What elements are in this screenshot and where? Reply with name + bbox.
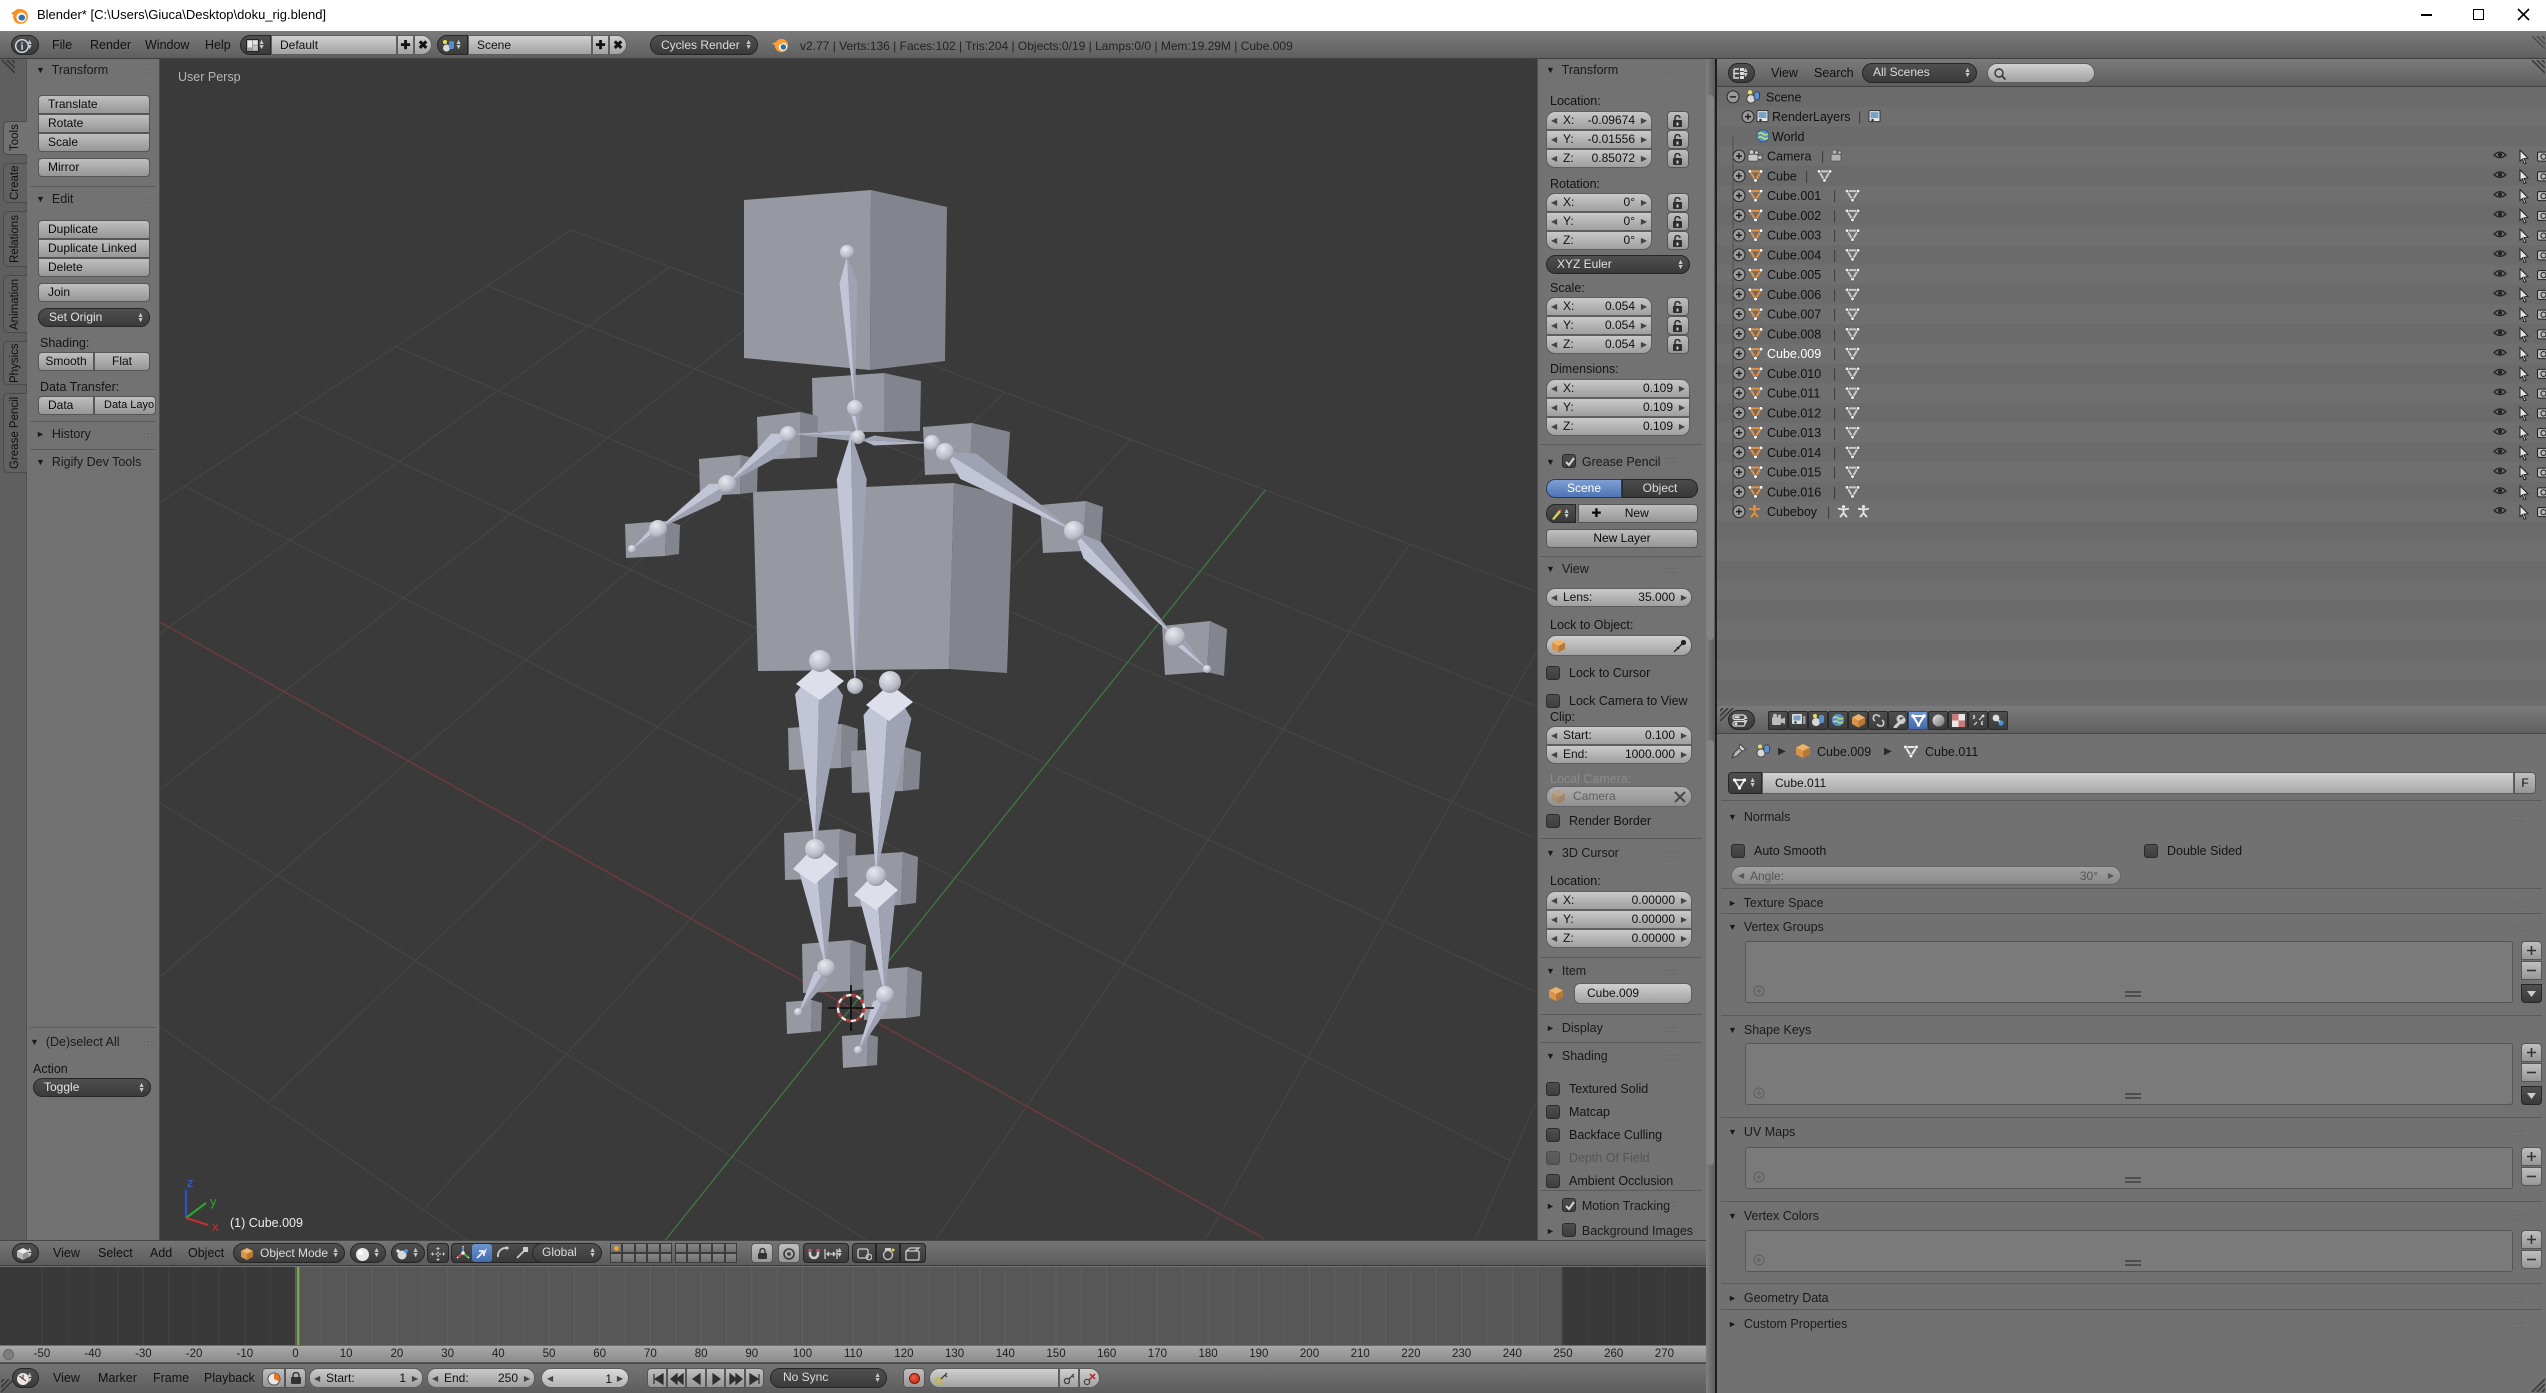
svg-text:Cube.011: Cube.011 <box>1767 387 1820 401</box>
svg-text:|: | <box>1827 505 1830 519</box>
svg-text:Scene: Scene <box>1766 90 1801 104</box>
svg-text:|: | <box>1833 466 1836 480</box>
svg-text:|: | <box>1821 150 1824 164</box>
svg-text:Cube.007: Cube.007 <box>1767 308 1821 322</box>
svg-text:|: | <box>1833 426 1836 440</box>
svg-text:|: | <box>1833 446 1836 460</box>
svg-text:|: | <box>1833 406 1836 420</box>
svg-text:Cube.006: Cube.006 <box>1767 288 1821 302</box>
svg-text:|: | <box>1833 248 1836 262</box>
svg-text:|: | <box>1833 288 1836 302</box>
svg-text:|: | <box>1833 485 1836 499</box>
svg-text:|: | <box>1833 189 1836 203</box>
svg-text:Cube.015: Cube.015 <box>1767 466 1821 480</box>
svg-text:Cube.013: Cube.013 <box>1767 426 1821 440</box>
svg-text:(1) Cube.009: (1) Cube.009 <box>230 1216 303 1230</box>
svg-text:|: | <box>1805 169 1808 183</box>
svg-text:|: | <box>1833 268 1836 282</box>
svg-text:Cubeboy: Cubeboy <box>1767 505 1818 519</box>
svg-text:Cube.004: Cube.004 <box>1767 248 1821 262</box>
svg-text:Cube.008: Cube.008 <box>1767 327 1821 341</box>
svg-text:RenderLayers: RenderLayers <box>1772 110 1851 124</box>
svg-text:Cube.001: Cube.001 <box>1767 189 1821 203</box>
svg-text:|: | <box>1833 387 1836 401</box>
svg-text:Cube: Cube <box>1767 169 1797 183</box>
svg-text:|: | <box>1833 347 1836 361</box>
svg-text:Cube.016: Cube.016 <box>1767 485 1821 499</box>
svg-text:i: i <box>21 42 24 53</box>
svg-text:x: x <box>212 1219 219 1234</box>
svg-text:|: | <box>1833 229 1836 243</box>
svg-text:Cube.003: Cube.003 <box>1767 229 1821 243</box>
svg-text:|: | <box>1833 327 1836 341</box>
svg-text:z: z <box>187 1175 194 1190</box>
svg-text:Cube.014: Cube.014 <box>1767 446 1821 460</box>
svg-text:Cube.009: Cube.009 <box>1767 347 1821 361</box>
svg-text:|: | <box>1833 367 1836 381</box>
svg-text:Cube.012: Cube.012 <box>1767 406 1821 420</box>
svg-text:User Persp: User Persp <box>178 70 241 84</box>
svg-text:Camera: Camera <box>1767 150 1812 164</box>
svg-text:|: | <box>1833 209 1836 223</box>
svg-text:|: | <box>1858 110 1861 124</box>
svg-text:y: y <box>210 1194 217 1209</box>
svg-text:World: World <box>1772 130 1804 144</box>
svg-text:Cube.005: Cube.005 <box>1767 268 1821 282</box>
svg-text:Cube.002: Cube.002 <box>1767 209 1821 223</box>
svg-text:Cube.010: Cube.010 <box>1767 367 1821 381</box>
svg-text:|: | <box>1833 308 1836 322</box>
